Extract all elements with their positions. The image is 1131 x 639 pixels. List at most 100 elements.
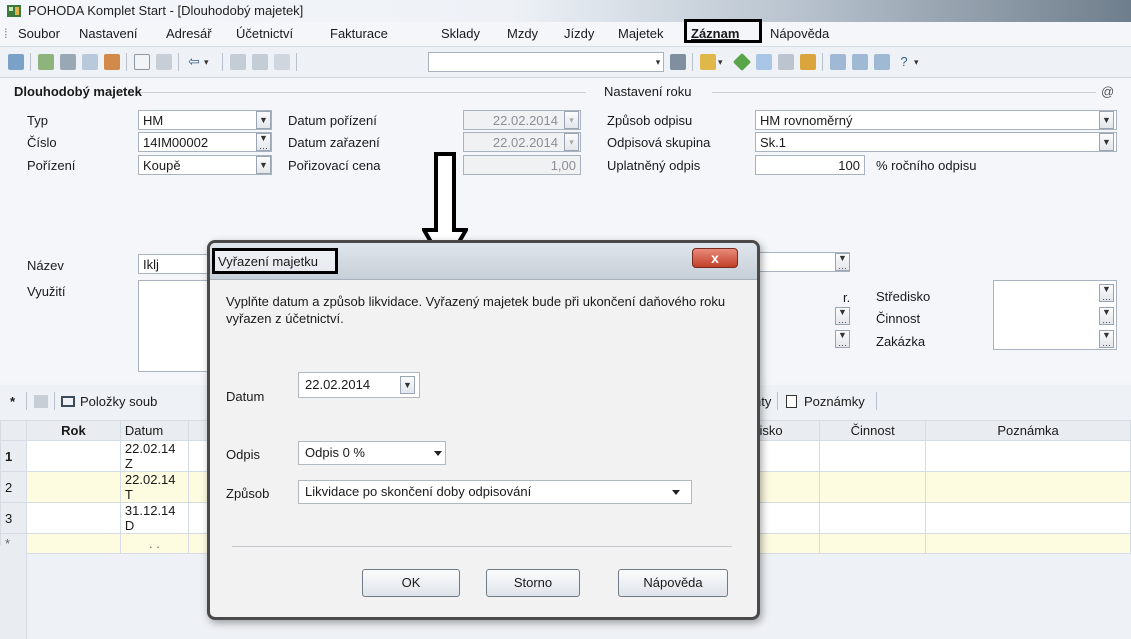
export-icon[interactable] [104,54,120,70]
confirm-icon[interactable] [156,54,172,70]
cell-cinnost[interactable] [819,533,927,554]
chevron-down-icon[interactable]: ▼ [256,156,271,174]
cell-poznamka[interactable] [925,471,1131,503]
chevron-down-icon[interactable]: ▼ [1099,133,1114,151]
calculator-icon[interactable] [778,54,794,70]
cell-rok[interactable] [25,440,121,472]
picker-icon[interactable]: ▼… [835,253,850,271]
filter-icon[interactable] [34,395,48,408]
note-icon [786,395,797,408]
column-header-poznamka[interactable]: Poznámka [925,420,1131,441]
menu-ucetnictvi[interactable]: Účetnictví [236,26,293,41]
preview-icon[interactable] [82,54,98,70]
chevron-down-icon[interactable] [434,451,442,456]
folder-icon[interactable] [700,54,716,70]
porizovaci-cena-field[interactable]: 1,00 [463,155,581,175]
menu-sklady[interactable]: Sklady [441,26,480,41]
zpusob-select[interactable]: Likvidace po skončení doby odpisování [298,480,692,504]
picker-icon[interactable]: ▼… [1099,330,1114,348]
cell-datum-value: 22.02.14 [124,441,176,456]
chevron-down-icon[interactable]: ▼ [400,376,415,394]
coins-icon[interactable] [800,54,816,70]
vyuziti-field[interactable] [138,280,218,372]
list-detail-icon[interactable] [852,54,868,70]
odpisova-skupina-select[interactable]: Sk.1 [755,132,1117,152]
menu-jizdy[interactable]: Jízdy [564,26,594,41]
print-icon[interactable] [60,54,76,70]
cell-rok[interactable] [25,502,121,534]
grid-new-row-tab[interactable]: * [10,394,15,409]
folder-dropdown-icon[interactable]: ▾ [718,54,728,70]
new-record-icon[interactable] [134,54,150,70]
menu-napoveda[interactable]: Nápověda [770,26,829,41]
uplatneny-odpis-field[interactable]: 100 [755,155,865,175]
cell-cinnost[interactable] [819,440,927,472]
datum-label: Datum [226,389,265,404]
cell-cinnost[interactable] [819,471,927,503]
close-icon[interactable]: x [692,248,738,268]
zpusob-odpisu-select[interactable]: HM rovnoměrný [755,110,1117,130]
cell-cinnost[interactable] [819,502,927,534]
nazev-field[interactable]: Iklj [138,254,218,274]
typ-select[interactable]: HM [138,110,272,130]
odpis-select[interactable]: Odpis 0 % [298,441,446,465]
ok-button[interactable]: OK [362,569,460,597]
combo-dropdown-icon[interactable]: ▾ [650,54,666,70]
cell-poznamka[interactable] [925,533,1131,554]
tab-polozky[interactable]: Položky soub [80,394,157,409]
calendar-dropdown-icon[interactable]: ▾ [564,111,579,129]
back-dropdown-icon[interactable]: ▾ [204,54,214,70]
report-icon[interactable] [874,54,890,70]
cell-datum[interactable]: 22.02.14 Z [119,440,189,472]
picker-icon[interactable]: ▼… [835,307,850,325]
back-arrow-icon[interactable]: ⇦ [186,54,202,70]
cell-rok[interactable] [25,533,121,554]
divider [140,92,586,93]
save-as-icon[interactable] [252,54,268,70]
items-list-icon [61,396,75,407]
cell-poznamka[interactable] [925,440,1131,472]
chevron-down-icon[interactable]: ▼ [256,111,271,129]
table-icon[interactable] [756,54,772,70]
picker-icon[interactable]: ▼… [835,330,850,348]
copy-icon[interactable] [274,54,290,70]
menu-adresar[interactable]: Adresář [166,26,212,41]
column-header-datum[interactable]: Datum [119,420,189,441]
help-icon[interactable]: ? [896,54,912,70]
menu-majetek[interactable]: Majetek [618,26,664,41]
column-header-rok[interactable]: Rok [25,420,121,441]
cancel-button[interactable]: Storno [486,569,580,597]
picker-icon[interactable]: ▼… [1099,284,1114,302]
exit-icon[interactable] [8,54,24,70]
number-picker-icon[interactable]: ▼… [256,133,271,151]
cell-text: Z [124,456,133,471]
help-button[interactable]: Nápověda [618,569,728,597]
column-header-cinnost[interactable]: Činnost [819,420,927,441]
calendar-dropdown-icon[interactable]: ▾ [564,133,579,151]
menu-soubor[interactable]: Soubor [18,26,60,41]
zpusob-odpisu-label: Způsob odpisu [607,113,693,128]
save-icon[interactable] [230,54,246,70]
filter-icon[interactable] [670,54,686,70]
cell-datum[interactable]: 31.12.14 D [119,502,189,534]
tab-poznamky[interactable]: Poznámky [804,394,865,409]
cell-datum[interactable]: . . [119,533,189,554]
section-title-year-settings: Nastavení roku [604,84,692,99]
cell-datum[interactable]: 22.02.14 T [119,471,189,503]
cell-poznamka[interactable] [925,502,1131,534]
help-dropdown-icon[interactable]: ▾ [914,54,924,70]
picker-icon[interactable]: ▼… [1099,307,1114,325]
porizeni-select[interactable]: Koupě [138,155,272,175]
chevron-down-icon[interactable] [672,490,680,495]
cislo-field[interactable]: 14IM00002 [138,132,272,152]
menu-nastaveni[interactable]: Nastavení [79,26,138,41]
link-icon[interactable] [38,54,54,70]
list-icon[interactable] [830,54,846,70]
diamond-icon[interactable] [732,52,752,72]
chevron-down-icon[interactable]: ▼ [1099,111,1114,129]
menu-mzdy[interactable]: Mzdy [507,26,538,41]
cell-rok[interactable] [25,471,121,503]
toolbar-search-combo[interactable] [428,52,664,72]
at-sign-icon[interactable]: @ [1101,84,1114,99]
menu-fakturace[interactable]: Fakturace [330,26,388,41]
